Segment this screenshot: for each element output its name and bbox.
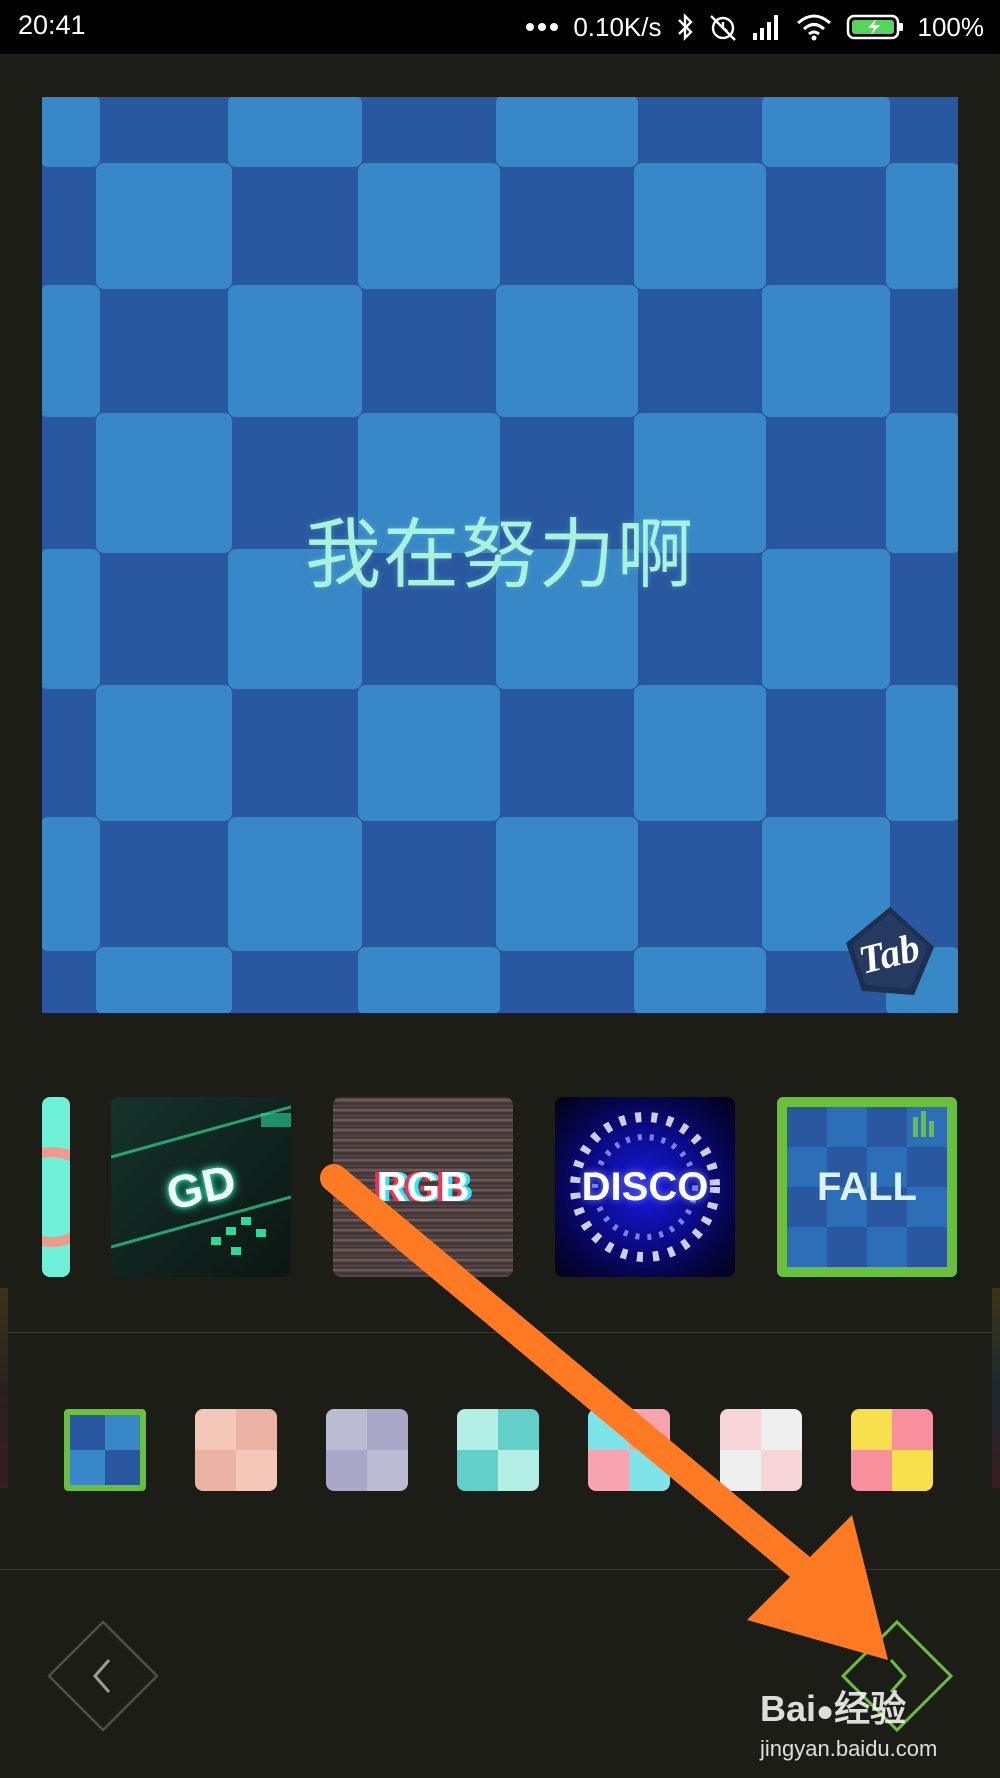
palette-cell — [105, 1450, 140, 1485]
status-bar: 20:41 0.10K/s 100% — [0, 0, 1000, 54]
battery-charging-icon — [846, 14, 903, 40]
effect-label-fall: FALL — [817, 1164, 917, 1209]
divider-top — [0, 1332, 1000, 1333]
baidu-watermark: Bai●经验 jingyan.baidu.com — [760, 1680, 990, 1761]
effect-thumb-rgb[interactable]: RGB — [333, 1097, 513, 1277]
palette-cell — [367, 1409, 408, 1450]
effect-label-gd: GD — [161, 1154, 241, 1220]
palette-cell — [892, 1450, 933, 1491]
effect-thumb-partial[interactable] — [42, 1097, 70, 1277]
palette-cell — [326, 1409, 367, 1450]
watermark-brand-suffix: 经验 — [834, 1688, 907, 1729]
palette-swatch-4[interactable] — [457, 1409, 539, 1491]
palette-cell — [629, 1409, 670, 1450]
palette-swatch-1[interactable] — [64, 1409, 146, 1491]
effect-strip: GD RGB DISCO FALL — [0, 1097, 1000, 1277]
palette-cell — [851, 1450, 892, 1491]
watermark-url: jingyan.baidu.com — [760, 1736, 938, 1761]
palette-cell — [457, 1409, 498, 1450]
palette-swatch-6[interactable] — [720, 1409, 802, 1491]
palette-cell — [236, 1409, 277, 1450]
effect-thumb-disco[interactable]: DISCO — [555, 1097, 735, 1277]
chevron-left-icon — [93, 1659, 111, 1693]
divider-bottom — [0, 1569, 1000, 1570]
palette-cell — [892, 1409, 933, 1450]
alarm-off-icon — [709, 15, 736, 41]
palette-cell — [629, 1450, 670, 1491]
palette-cell — [195, 1450, 236, 1491]
palette-cell — [761, 1409, 802, 1450]
palette-cell — [588, 1409, 629, 1450]
effect-thumb-gd[interactable]: GD — [111, 1097, 291, 1277]
effect-label-disco: DISCO — [581, 1164, 709, 1209]
palette-cell — [105, 1415, 140, 1450]
palette-cell — [498, 1409, 539, 1450]
wifi-icon — [796, 14, 831, 41]
video-preview[interactable]: 我在努力啊 Tab — [42, 97, 958, 1013]
palette-cell — [761, 1450, 802, 1491]
back-button[interactable] — [47, 1620, 159, 1732]
effect-label-rgb: RGB — [376, 1163, 470, 1210]
palette-cell — [457, 1450, 498, 1491]
palette-cell — [498, 1450, 539, 1491]
palette-cell — [851, 1409, 892, 1450]
palette-cell — [195, 1409, 236, 1450]
palette-cell — [720, 1450, 761, 1491]
tab-logo-icon: Tab — [846, 907, 934, 995]
effect-thumb-fall[interactable]: FALL — [777, 1097, 957, 1277]
status-time: 20:41 — [18, 10, 86, 40]
palette-swatch-2[interactable] — [195, 1409, 277, 1491]
palette-swatch-3[interactable] — [326, 1409, 408, 1491]
palette-cell — [236, 1450, 277, 1491]
palette-cell — [70, 1415, 105, 1450]
palette-cell — [720, 1409, 761, 1450]
network-speed: 0.10K/s — [573, 11, 662, 42]
palette-swatch-7[interactable] — [851, 1409, 933, 1491]
palette-cell — [588, 1450, 629, 1491]
palette-swatch-5[interactable] — [588, 1409, 670, 1491]
bluetooth-icon — [677, 13, 693, 41]
dots-icon — [526, 23, 559, 31]
paw-icon: ● — [816, 1695, 835, 1728]
status-icons: 0.10K/s 100% — [525, 8, 984, 46]
preview-caption: 我在努力啊 — [305, 510, 695, 599]
palette-cell — [326, 1450, 367, 1491]
battery-percent: 100% — [917, 11, 985, 42]
signal-icon — [752, 15, 778, 40]
watermark-brand: Bai — [760, 1688, 817, 1729]
palette-strip — [0, 1409, 1000, 1491]
palette-cell — [367, 1450, 408, 1491]
palette-cell — [70, 1450, 105, 1485]
